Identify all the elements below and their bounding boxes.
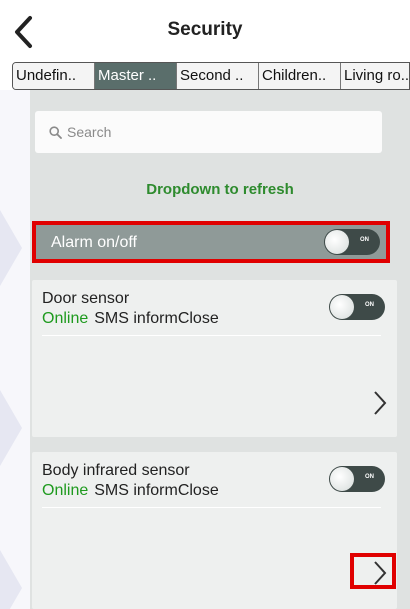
deco-triangle <box>0 550 22 609</box>
alarm-label: Alarm on/off <box>51 234 137 251</box>
tab-living-room[interactable]: Living ro.. <box>341 63 409 89</box>
deco-triangle <box>0 390 22 466</box>
toggle-on-label: ON <box>365 474 374 480</box>
tab-undefined[interactable]: Undefin.. <box>13 63 95 89</box>
page-title: Security <box>167 19 243 40</box>
device-toggle-switch[interactable]: ON <box>329 466 385 492</box>
device-name: Door sensor <box>42 290 130 307</box>
device-name: Body infrared sensor <box>42 462 190 479</box>
chevron-right-icon[interactable] <box>371 388 389 418</box>
device-card-door-sensor[interactable]: Door sensor Online SMS informClose ON <box>32 280 397 437</box>
card-divider <box>42 335 381 336</box>
sms-info: SMS informClose <box>94 310 219 327</box>
toggle-on-label: ON <box>360 237 369 243</box>
tab-children[interactable]: Children.. <box>259 63 341 89</box>
device-status: Online SMS informClose <box>42 482 219 500</box>
toggle-on-label: ON <box>365 302 374 308</box>
alarm-toggle-row: Alarm on/off ON <box>32 221 390 263</box>
tab-second[interactable]: Second .. <box>177 63 259 89</box>
device-status: Online SMS informClose <box>42 310 219 328</box>
search-icon <box>49 125 62 139</box>
search-input[interactable]: Search <box>35 111 382 153</box>
toggle-knob <box>325 230 349 254</box>
alarm-toggle-switch[interactable]: ON <box>324 229 380 255</box>
header-bar: Security <box>0 0 410 62</box>
sms-info: SMS informClose <box>94 482 219 499</box>
device-card-body-infrared[interactable]: Body infrared sensor Online SMS informClo… <box>32 452 397 609</box>
card-divider <box>42 507 381 508</box>
online-status: Online <box>42 310 89 327</box>
toggle-knob <box>330 295 354 319</box>
deco-triangle <box>0 210 22 286</box>
search-placeholder: Search <box>67 124 112 140</box>
toggle-knob <box>330 467 354 491</box>
room-tabs: Undefin.. Master .. Second .. Children..… <box>12 62 410 90</box>
left-decoration <box>0 90 30 609</box>
online-status: Online <box>42 482 89 499</box>
tab-master[interactable]: Master .. <box>95 63 177 89</box>
chevron-right-icon[interactable] <box>371 558 389 588</box>
refresh-hint: Dropdown to refresh <box>146 181 294 198</box>
device-toggle-switch[interactable]: ON <box>329 294 385 320</box>
